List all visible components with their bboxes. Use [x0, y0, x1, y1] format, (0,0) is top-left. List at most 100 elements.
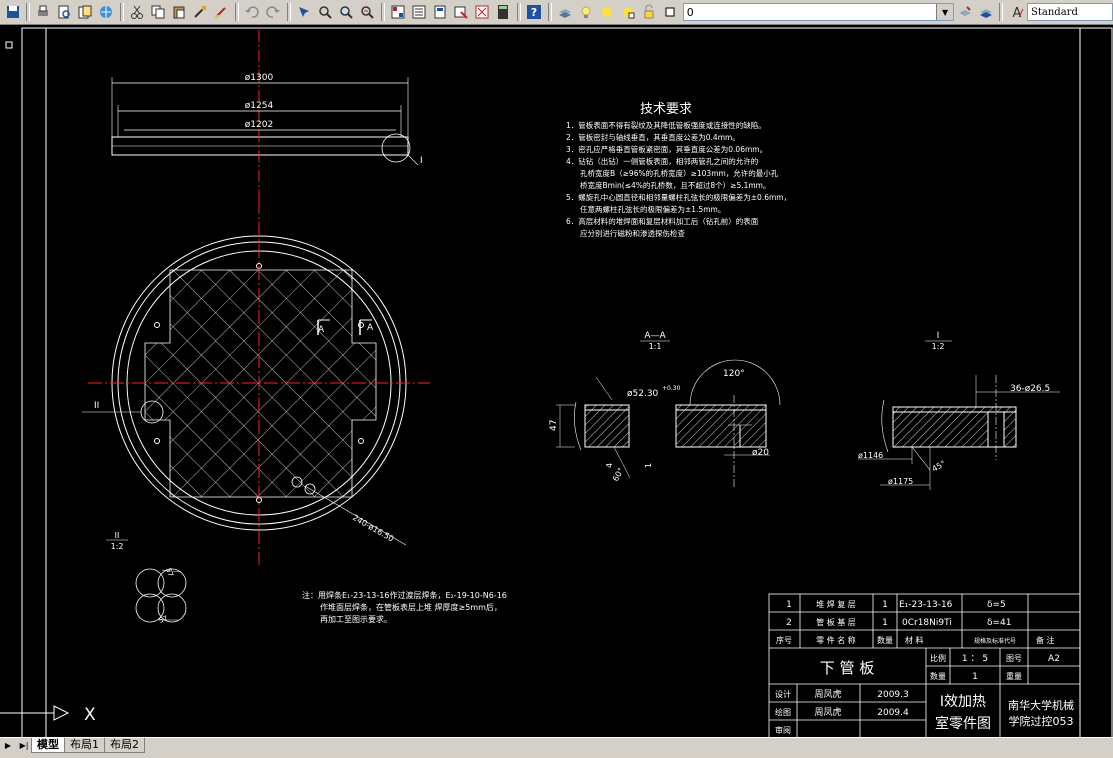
- paste-icon[interactable]: [170, 2, 189, 22]
- tech-line-5: 孔桥宽度B（≥96%的孔桥宽度）≥103mm，允许的最小孔: [580, 168, 779, 178]
- toolbar-separator: [999, 3, 1004, 21]
- tech-line-8: 任意两螺柱孔弦长的极限偏差为±1.5mm。: [580, 204, 725, 214]
- scale-label: 比例: [930, 653, 946, 663]
- zoom-previous-icon[interactable]: [358, 2, 377, 22]
- i-holes-36: 36-ø26.5: [1010, 384, 1050, 394]
- tech-line-6: 桥宽度Bmin(≤4%的孔桥数，且不超过8个）≥5.1mm。: [580, 180, 771, 190]
- design-center-icon[interactable]: [410, 2, 429, 22]
- tool-palettes-icon[interactable]: [431, 2, 450, 22]
- i-angle-45: 45°: [931, 459, 948, 474]
- weight-label: 重量: [1006, 671, 1022, 681]
- svg-text:A: A: [1012, 6, 1021, 20]
- section-i-title: I: [937, 331, 940, 341]
- layer-dropdown[interactable]: 0 ▼: [682, 3, 955, 21]
- detail-ii-scale: 1:2: [111, 542, 124, 551]
- cut-icon[interactable]: [128, 2, 147, 22]
- holes-note: 240-ø16.50: [351, 513, 395, 544]
- text-style-dropdown[interactable]: Standard: [1027, 3, 1113, 21]
- aa-dim-1: 1: [644, 463, 653, 468]
- layer-previous-icon[interactable]: [976, 2, 995, 22]
- org-line-2: 学院过控053: [1009, 714, 1074, 728]
- tab-layout2[interactable]: 布局2: [104, 738, 145, 753]
- tech-line-7: 5．螺旋孔中心圆直径和相邻量螺柱孔弦长的极限偏差为±0.6mm，: [566, 192, 791, 202]
- drawing-no: A2: [1048, 654, 1060, 664]
- properties-icon[interactable]: [389, 2, 408, 22]
- tab-scroll-next-icon[interactable]: ▶|: [16, 738, 32, 752]
- publish-icon[interactable]: [76, 2, 95, 22]
- bom-row-2-note: δ=41: [987, 618, 1012, 628]
- layer-lock-icon[interactable]: [640, 2, 659, 22]
- plot-icon[interactable]: [34, 2, 53, 22]
- toolbar-separator: [286, 3, 291, 21]
- dim-1254: ø1254: [245, 101, 274, 111]
- ucs-x-label: X: [84, 705, 96, 725]
- part-name: 下 管 板: [820, 659, 875, 677]
- help-icon[interactable]: ?: [525, 2, 544, 22]
- tab-scroll-first-icon[interactable]: ▶: [0, 738, 16, 752]
- toolbar-separator: [380, 3, 385, 21]
- tech-line-2: 2．管板密封与轴线垂直，其垂直度公差为0.4mm。: [566, 132, 740, 142]
- sheet-set-icon[interactable]: [452, 2, 471, 22]
- detail-dim-57-bottom: 57: [158, 614, 169, 625]
- toolbar-separator: [547, 3, 552, 21]
- redo-icon[interactable]: [264, 2, 283, 22]
- tech-line-9: 6．高层材料的堆焊面和复层材料加工后（钻孔前）的表面: [566, 216, 759, 226]
- scale-value: 1 ： 5: [962, 654, 988, 664]
- block-editor-icon[interactable]: [212, 2, 231, 22]
- publish-web-icon[interactable]: [97, 2, 116, 22]
- design-name: 周凤虎: [814, 688, 841, 700]
- zoom-realtime-icon[interactable]: [316, 2, 335, 22]
- drawing-title-line-2: 室零件图: [935, 715, 991, 732]
- plot-preview-icon[interactable]: [55, 2, 74, 22]
- copy-icon[interactable]: [149, 2, 168, 22]
- layer-dropdown-value: 0: [686, 5, 694, 19]
- plate-side-view: [111, 30, 419, 200]
- bom-row-1-no: 1: [786, 600, 792, 610]
- layer-manager-icon[interactable]: [556, 2, 575, 22]
- layer-viewport-icon[interactable]: [619, 2, 638, 22]
- section-aa-scale: 1:1: [649, 342, 662, 351]
- svg-text:?: ?: [531, 6, 537, 19]
- bom-header-no: 序号: [776, 635, 792, 645]
- design-date: 2009.3: [877, 690, 909, 700]
- org-line-1: 南华大学机械: [1008, 698, 1074, 712]
- chevron-down-icon[interactable]: ▼: [936, 4, 954, 20]
- zoom-window-icon[interactable]: [337, 2, 356, 22]
- toolbar-separator: [119, 3, 124, 21]
- detail-dim-57-top: 57: [164, 567, 175, 578]
- tech-line-10: 应分别进行磁粉和渗透探伤检查: [580, 228, 685, 238]
- bom-header-qty: 数量: [877, 635, 893, 645]
- i-dia-1175: ø1175: [888, 477, 913, 486]
- bom-header-name: 零 件 名 称: [816, 635, 856, 645]
- bom-header-std: 规格及标准代号: [974, 637, 1016, 645]
- ucs-icon: [0, 705, 70, 721]
- section-aa-view: [556, 359, 781, 488]
- draw-label: 绘图: [775, 707, 791, 717]
- layer-on-icon[interactable]: [577, 2, 596, 22]
- tech-line-1: 1．管板表面不得有裂纹及其降低管板强度或连接性的缺陷。: [566, 120, 766, 130]
- markup-icon[interactable]: [473, 2, 492, 22]
- layout-tab-bar: ▶ ▶| 模型 布局1 布局2: [0, 737, 1113, 758]
- model-space-canvas[interactable]: ø1300 ø1254 ø1202 I A A II 240-ø16.50 II…: [0, 25, 1113, 739]
- match-properties-icon[interactable]: [191, 2, 210, 22]
- bom-row-1-name: 堆 焊 复 层: [816, 599, 856, 609]
- section-i-scale: 1:2: [932, 342, 945, 351]
- qty-label: 数量: [930, 671, 946, 681]
- qty-value: 1: [972, 672, 978, 682]
- layer-freeze-icon[interactable]: [598, 2, 617, 22]
- callout-ii: II: [94, 401, 99, 411]
- drawing-svg: ø1300 ø1254 ø1202 I A A II 240-ø16.50 II…: [0, 27, 1113, 739]
- bom-row-1-material: E₁-23-13-16: [899, 600, 953, 610]
- make-object-layer-current-icon[interactable]: [955, 2, 974, 22]
- undo-icon[interactable]: [243, 2, 262, 22]
- bom-row-2-qty: 1: [882, 618, 888, 628]
- detail-ii-view: [135, 568, 187, 623]
- tab-layout1[interactable]: 布局1: [64, 738, 105, 753]
- calculator-icon[interactable]: [494, 2, 513, 22]
- save-icon[interactable]: [3, 2, 22, 22]
- pan-icon[interactable]: [295, 2, 314, 22]
- text-style-icon[interactable]: A: [1007, 2, 1026, 22]
- tab-model[interactable]: 模型: [31, 738, 65, 753]
- layer-color-icon[interactable]: [661, 2, 680, 22]
- design-label: 设计: [775, 689, 791, 699]
